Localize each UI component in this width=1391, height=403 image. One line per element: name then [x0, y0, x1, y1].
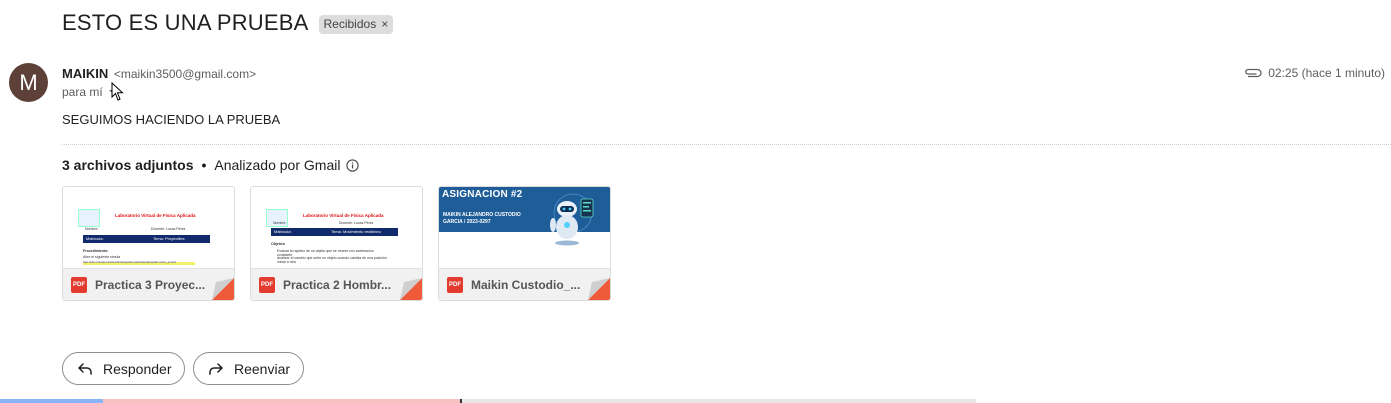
preview-bar-left: Matrícula: [274, 229, 292, 234]
bottom-strip [0, 399, 976, 403]
page-fold-icon [400, 278, 422, 300]
message-time: 02:25 (hace 1 minuto) [1268, 66, 1385, 80]
reply-icon [78, 362, 92, 375]
remove-label-button[interactable]: × [381, 17, 388, 31]
preview-title: Laboratorio Virtual de Física Aplicada [303, 213, 384, 218]
preview-link: https://phet.colorado.edu/sims/html/proj… [83, 261, 176, 264]
attachment-preview: Laboratorio Virtual de Física Aplicada N… [251, 187, 422, 269]
label-chip-inbox[interactable]: Recibidos × [318, 15, 394, 34]
preview-row-label: Nombre: [85, 227, 99, 231]
preview-title: ASIGNACION #2 [442, 189, 523, 200]
divider [62, 144, 1391, 145]
attachment-footer: PDF Practica 3 Proyec... [63, 268, 234, 300]
avatar-letter: M [19, 69, 38, 95]
preview-line: GARCIA / 2023-0297 [443, 219, 491, 225]
sender-info: MAIKIN <maikin3500@gmail.com> [62, 66, 256, 81]
strip-segment [0, 399, 103, 403]
preview-bar: Matrícula: Tema: Movimiento rectilíneo [271, 228, 398, 236]
page-fold-icon [588, 278, 610, 300]
forward-label: Reenviar [234, 360, 291, 377]
strip-segment [462, 399, 976, 403]
message-meta: 02:25 (hace 1 minuto) [1244, 66, 1385, 80]
mouse-cursor-icon [111, 82, 124, 101]
preview-bullet: Analizar el cambio que sufre un objeto c… [277, 256, 387, 264]
preview-title: Laboratorio Virtual de Física Aplicada [115, 213, 196, 218]
preview-bar: Matrícula: Tema: Proyectiles [83, 235, 210, 243]
attachment-name: Maikin Custodio_... [471, 277, 581, 292]
preview-line: MAIKIN ALEJANDRO CUSTODIO [443, 212, 521, 218]
forward-icon [209, 362, 223, 375]
pdf-icon: PDF [447, 276, 463, 293]
recipient-label: para mí [62, 85, 103, 99]
doc-logo-icon [78, 209, 100, 227]
attachment-card[interactable]: ASIGNACION #2 MAIKIN ALEJANDRO CUSTODIO … [438, 186, 611, 301]
reply-label: Responder [103, 360, 172, 377]
attachment-card[interactable]: Laboratorio Virtual de Física Aplicada N… [62, 186, 235, 301]
preview-row-label: Nombre: [273, 221, 287, 225]
pdf-icon: PDF [259, 276, 275, 293]
preview-bar-right: Tema: Proyectiles [153, 236, 185, 241]
pdf-icon: PDF [71, 276, 87, 293]
preview-bar-left: Matrícula: [86, 236, 104, 241]
forward-button[interactable]: Reenviar [193, 352, 304, 385]
email-subject: ESTO ES UNA PRUEBA [62, 10, 309, 35]
preview-subtitle: MAIKIN ALEJANDRO CUSTODIO GARCIA / 2023-… [443, 212, 521, 226]
message-body: SEGUIMOS HACIENDO LA PRUEBA [62, 112, 281, 127]
attachment-footer: PDF Practica 2 Hombr... [251, 268, 422, 300]
attachments-count: 3 archivos adjuntos [62, 157, 194, 173]
reply-button[interactable]: Responder [62, 352, 185, 385]
attachment-footer: PDF Maikin Custodio_... [439, 268, 610, 300]
preview-section: Procedimiento: [83, 249, 109, 253]
attachments-header: 3 archivos adjuntos • Analizado por Gmai… [62, 157, 360, 173]
sender-name[interactable]: MAIKIN [62, 66, 108, 81]
attachment-preview: ASIGNACION #2 MAIKIN ALEJANDRO CUSTODIO … [439, 187, 610, 269]
preview-bar-right: Tema: Movimiento rectilíneo [331, 229, 381, 234]
preview-row-value: Docente: Lucas Pérez [339, 221, 374, 225]
preview-section: Objetivo [271, 242, 286, 246]
attachment-preview: Laboratorio Virtual de Física Aplicada N… [63, 187, 234, 269]
strip-segment [103, 399, 460, 403]
attachment-name: Practica 2 Hombr... [283, 277, 392, 292]
avatar[interactable]: M [9, 63, 48, 102]
page-fold-icon [212, 278, 234, 300]
sender-email: <maikin3500@gmail.com> [113, 67, 257, 81]
preview-row-value: Docente: Lucas Pérez [151, 227, 186, 231]
attachment-icon [1245, 68, 1262, 78]
recipient-details[interactable]: para mí [62, 85, 117, 99]
attachments-list: Laboratorio Virtual de Física Aplicada N… [62, 186, 611, 301]
attachment-card[interactable]: Laboratorio Virtual de Física Aplicada N… [250, 186, 423, 301]
attachment-name: Practica 3 Proyec... [95, 277, 206, 292]
robot-icon [550, 193, 594, 246]
info-icon[interactable] [346, 158, 360, 172]
label-chip-text: Recibidos [323, 17, 377, 31]
preview-line: Abre el siguiente simula [83, 255, 121, 259]
scan-label: Analizado por Gmail [214, 157, 341, 173]
separator: • [201, 157, 207, 173]
subject-row: ESTO ES UNA PRUEBA Recibidos × [62, 10, 394, 36]
